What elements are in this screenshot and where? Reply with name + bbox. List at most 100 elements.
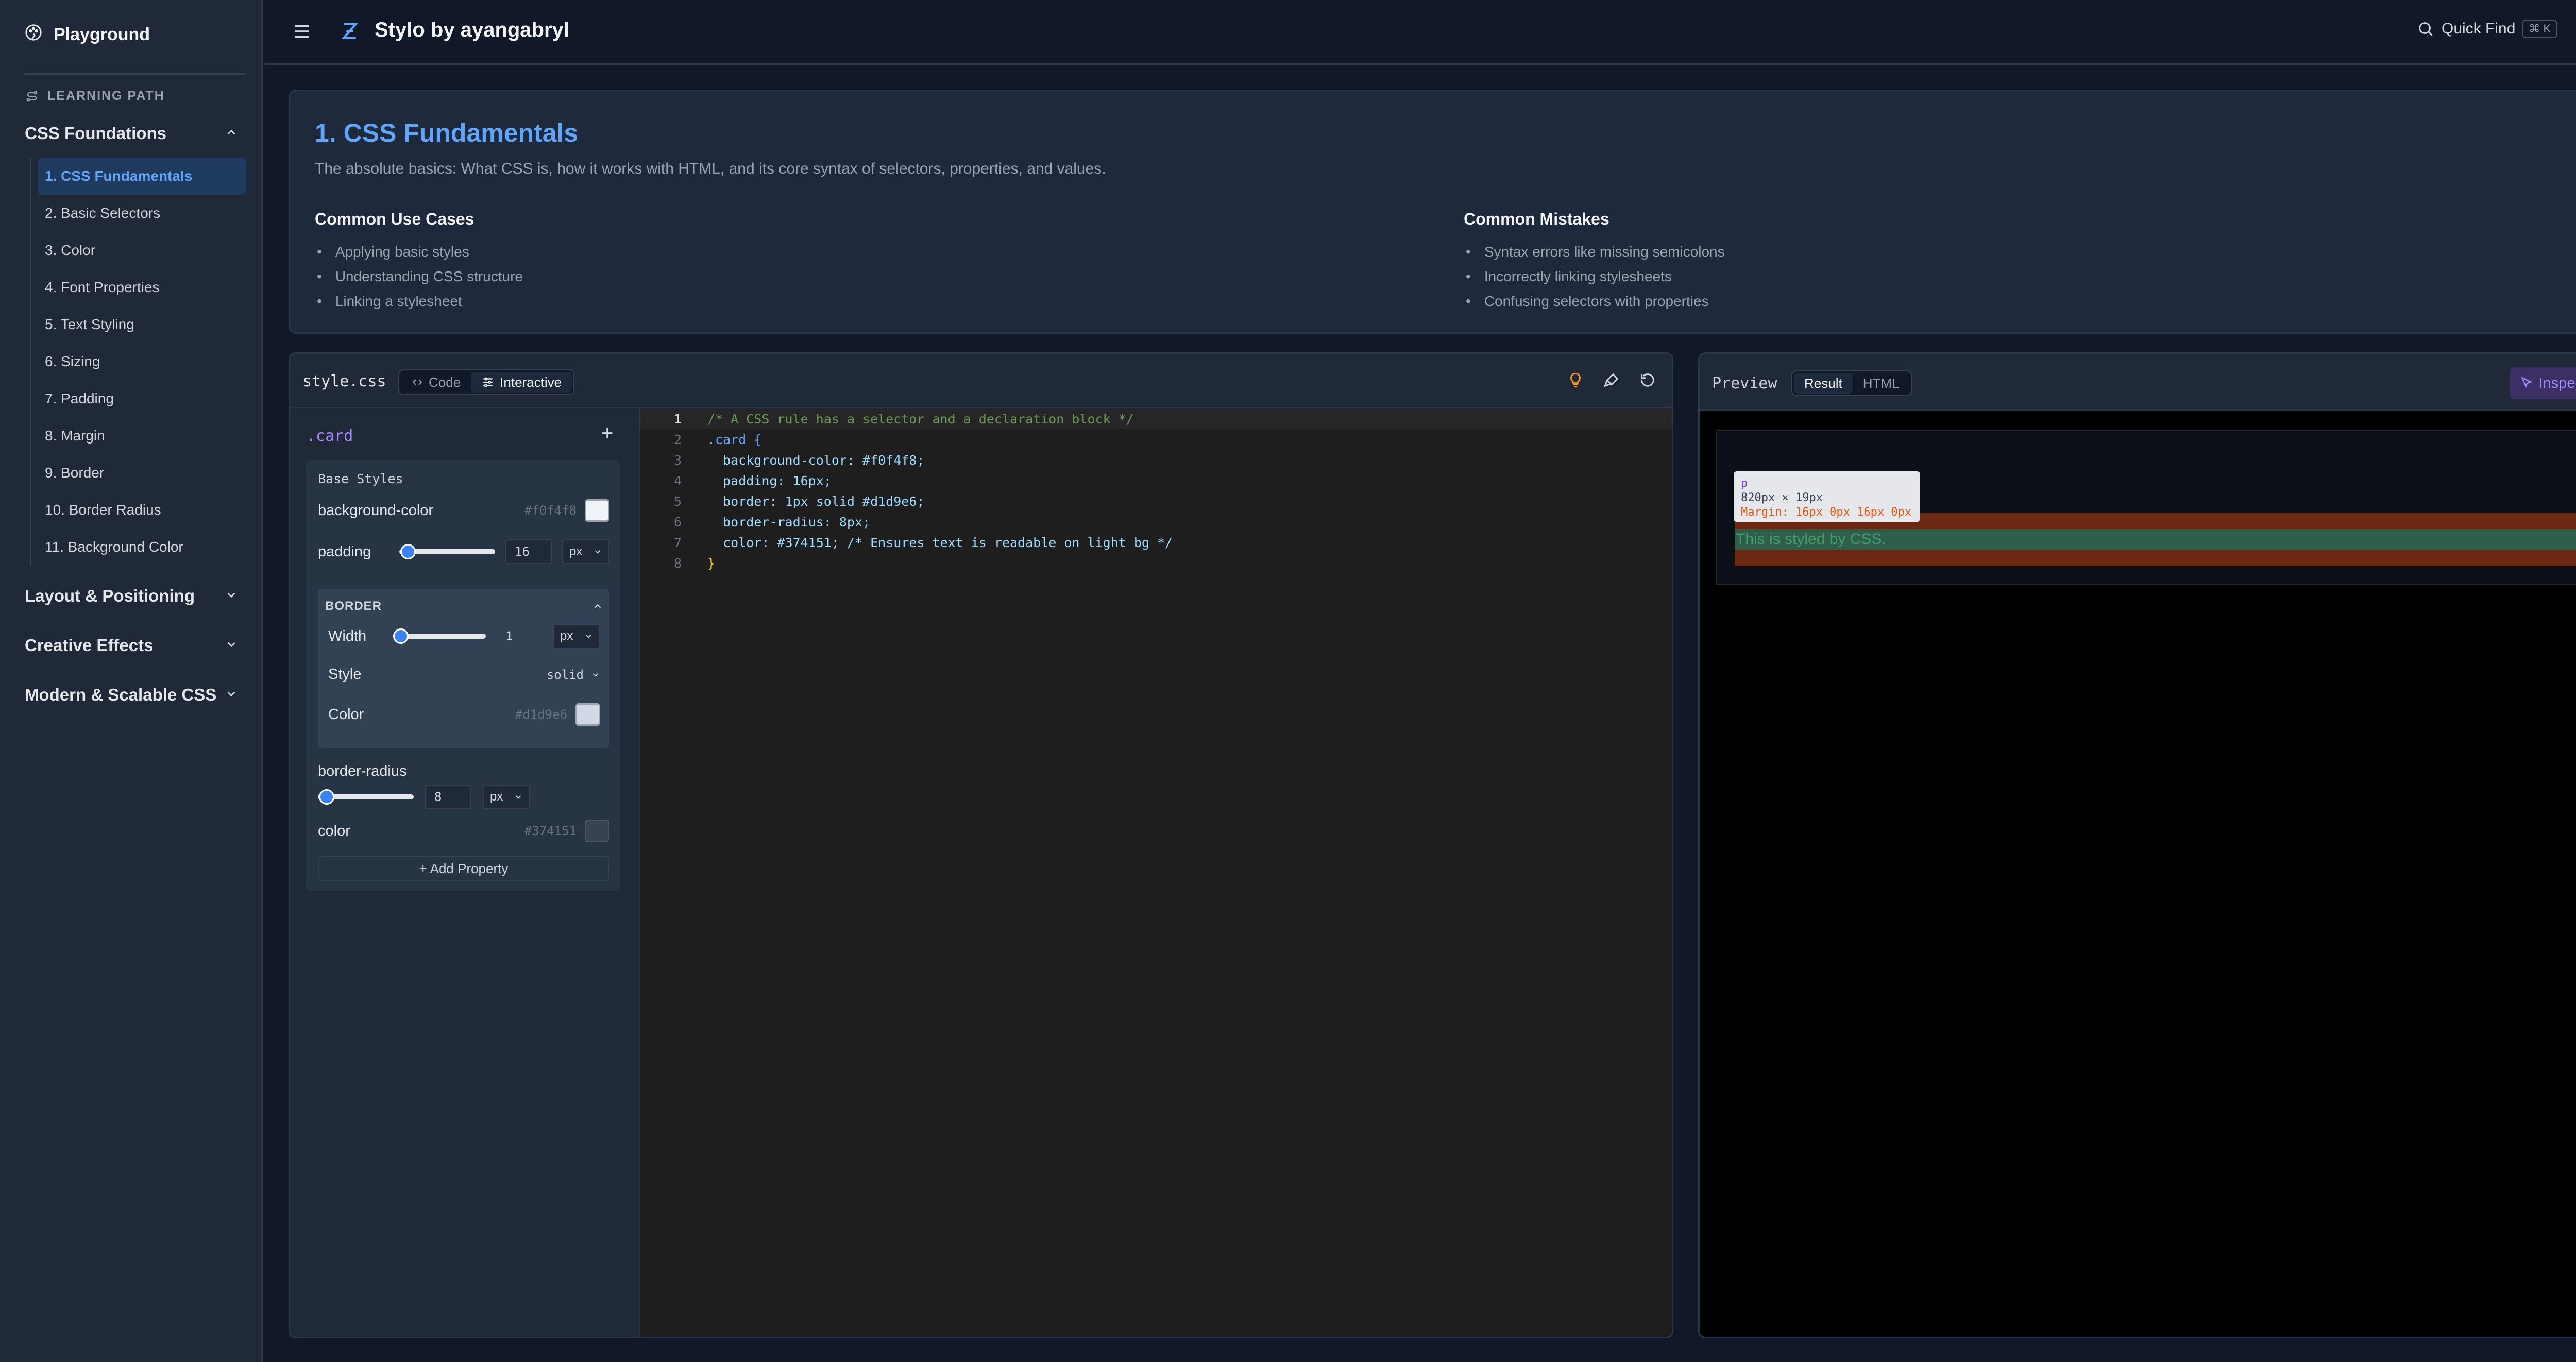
group-label: Creative Effects: [25, 636, 154, 655]
border-width-unit-select[interactable]: px: [553, 624, 600, 649]
code-line: 4 padding: 16px;: [640, 470, 1672, 491]
select-value: solid: [546, 667, 584, 682]
padding-unit-select[interactable]: px: [562, 539, 609, 564]
border-radius-input[interactable]: 8: [425, 785, 471, 809]
group-label: Modern & Scalable CSS: [25, 685, 217, 704]
use-cases-heading: Common Use Cases: [315, 210, 474, 228]
padding-slider[interactable]: [399, 544, 495, 559]
brand[interactable]: Playground: [25, 24, 150, 46]
group-label: Layout & Positioning: [25, 586, 195, 605]
lesson-list: 1. CSS Fundamentals 2. Basic Selectors 3…: [30, 158, 246, 566]
list-item: Linking a stylesheet: [315, 289, 523, 314]
border-radius-label-row: border-radius: [318, 763, 609, 780]
mode-switch: Code Interactive: [398, 369, 575, 395]
border-heading: BORDER: [325, 599, 382, 613]
sidebar-item-color[interactable]: 3. Color: [38, 232, 246, 269]
group-label: CSS Foundations: [25, 124, 166, 143]
property-label: background-color: [318, 502, 434, 519]
selector-label: .card: [307, 427, 353, 445]
add-property-button[interactable]: + Add Property: [318, 856, 609, 881]
sidebar-item-basic-selectors[interactable]: 2. Basic Selectors: [38, 195, 246, 232]
tab-html[interactable]: HTML: [1853, 373, 1910, 394]
lesson-title: 1. CSS Fundamentals: [315, 118, 579, 147]
property-label: Color: [328, 706, 364, 723]
sidebar-item-font-properties[interactable]: 4. Font Properties: [38, 269, 246, 306]
group-creative-effects[interactable]: Creative Effects: [25, 636, 238, 655]
sidebar-item-padding[interactable]: 7. Padding: [38, 380, 246, 417]
code-line: 2 .card {: [640, 429, 1672, 450]
inspect-button[interactable]: Inspect: [2510, 367, 2576, 399]
sidebar: Playground LEARNING PATH CSS Foundations…: [0, 0, 263, 1362]
slider-knob[interactable]: [400, 544, 416, 559]
app-title: Stylo by ayangabryl: [375, 19, 569, 41]
format-brush-icon[interactable]: [1603, 371, 1620, 391]
tab-interactive[interactable]: Interactive: [471, 372, 572, 393]
padding-row: padding 16 px: [318, 539, 609, 564]
cursor-icon: [2519, 376, 2534, 390]
code-line: 5 border: 1px solid #d1d9e6;: [640, 491, 1672, 512]
sidebar-item-border[interactable]: 9. Border: [38, 454, 246, 491]
border-radius-slider[interactable]: [318, 789, 414, 805]
tab-code[interactable]: Code: [401, 372, 471, 393]
tab-label: Code: [429, 374, 461, 390]
group-css-foundations[interactable]: CSS Foundations: [25, 124, 238, 143]
border-width-row: Width 1 px: [328, 624, 600, 649]
padding-input[interactable]: 16: [505, 539, 552, 564]
code-line: 8 }: [640, 553, 1672, 573]
chevron-down-icon: [591, 670, 600, 679]
preview-toolbar: Preview Result HTML Inspect: [1700, 354, 2576, 411]
lightbulb-icon[interactable]: [1567, 371, 1584, 391]
top-bar: Stylo by ayangabryl Quick Find ⌘ K: [264, 0, 2576, 65]
property-label: border-radius: [318, 763, 407, 779]
color-value: #d1d9e6: [515, 707, 567, 722]
menu-icon[interactable]: [291, 21, 313, 45]
border-header[interactable]: BORDER: [325, 599, 603, 614]
code-line: 7 color: #374151; /* Ensures text is rea…: [640, 532, 1672, 553]
color-swatch[interactable]: [585, 820, 609, 842]
unit-value: px: [560, 629, 573, 643]
border-group: BORDER Width 1 px Style solid Color #d1d…: [318, 589, 609, 748]
code-icon: [411, 376, 423, 388]
sidebar-item-background-color[interactable]: 11. Background Color: [38, 529, 246, 566]
sidebar-item-text-styling[interactable]: 5. Text Styling: [38, 306, 246, 343]
border-width-slider[interactable]: [393, 628, 486, 644]
border-radius-row: 8 px: [318, 785, 609, 809]
sample-paragraph[interactable]: This is styled by CSS.: [1735, 529, 2576, 550]
quick-find-label: Quick Find: [2442, 20, 2516, 37]
tab-result[interactable]: Result: [1794, 373, 1853, 394]
add-rule-button[interactable]: +: [601, 422, 613, 445]
code-editor[interactable]: 1 /* A CSS rule has a selector and a dec…: [640, 408, 1672, 1337]
sidebar-item-sizing[interactable]: 6. Sizing: [38, 343, 246, 380]
group-modern-scalable-css[interactable]: Modern & Scalable CSS: [25, 685, 238, 705]
background-color-swatch[interactable]: [585, 499, 609, 522]
slider-knob[interactable]: [393, 628, 409, 644]
group-layout-positioning[interactable]: Layout & Positioning: [25, 586, 238, 606]
tooltip-dimensions: 820px × 19px: [1741, 491, 1823, 504]
tooltip-margin: Margin: 16px 0px 16px 0px: [1741, 506, 1912, 519]
list-item: Incorrectly linking stylesheets: [1464, 264, 1725, 289]
chevron-down-icon: [225, 588, 238, 604]
shortcut-badge: ⌘ K: [2522, 20, 2557, 38]
preview-tabs: Result HTML: [1791, 370, 1912, 396]
code-line: 6 border-radius: 8px;: [640, 512, 1672, 532]
sidebar-item-margin[interactable]: 8. Margin: [38, 417, 246, 454]
quick-find-button[interactable]: Quick Find ⌘ K: [2417, 20, 2557, 38]
code-text: background-color: #f0f4f8;: [707, 452, 925, 468]
sidebar-item-css-fundamentals[interactable]: 1. CSS Fundamentals: [38, 158, 246, 195]
border-width-input[interactable]: 1: [496, 624, 543, 649]
slider-knob[interactable]: [318, 789, 334, 805]
preview-frame[interactable]: This is styled by CSS. p 820px × 19px Ma…: [1716, 430, 2576, 585]
sidebar-item-border-radius[interactable]: 10. Border Radius: [38, 491, 246, 529]
sliders-icon: [481, 376, 495, 389]
line-number: 6: [673, 514, 682, 530]
color-row: color #374151: [318, 820, 609, 842]
border-style-select[interactable]: solid: [547, 668, 600, 682]
border-color-swatch[interactable]: [575, 703, 600, 726]
editor-toolbar: style.css Code Interactive: [290, 354, 1672, 408]
line-number: 3: [673, 452, 682, 468]
reset-icon[interactable]: [1639, 371, 1656, 391]
route-icon: [25, 89, 39, 104]
property-label: Width: [328, 627, 367, 644]
line-number: 5: [673, 493, 682, 509]
border-radius-unit-select[interactable]: px: [483, 785, 530, 809]
